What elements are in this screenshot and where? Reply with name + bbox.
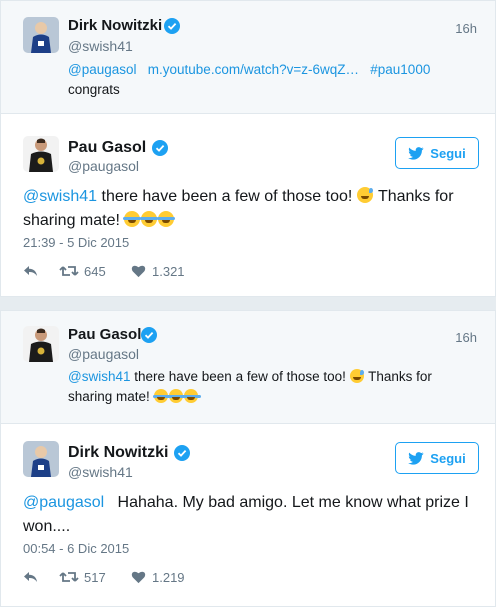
tweet-thread-1: Dirk Nowitzki @swish41 16h @paugasol m.y… xyxy=(0,0,496,297)
heart-icon xyxy=(131,571,146,584)
verified-badge-icon xyxy=(174,445,190,461)
verified-badge-icon xyxy=(141,327,157,343)
twitter-bird-icon xyxy=(408,146,424,160)
reply-icon xyxy=(24,266,37,276)
retweet-button[interactable]: 645 xyxy=(59,264,131,279)
tweet-actions: 645 1.321 xyxy=(23,261,185,281)
context-author-handle[interactable]: @swish41 xyxy=(68,38,133,54)
context-author-name[interactable]: Pau Gasol xyxy=(68,326,141,343)
like-button[interactable]: 1.321 xyxy=(131,264,185,279)
hashtag-link[interactable]: #pau1000 xyxy=(370,62,430,77)
joy-emoji-icon xyxy=(123,211,142,227)
reply-icon xyxy=(24,572,37,582)
in-reply-to-tweet[interactable]: Pau Gasol @paugasol 16h @swish41 there h… xyxy=(1,311,495,424)
mention-link[interactable]: @swish41 xyxy=(23,188,97,205)
dirk-avatar[interactable] xyxy=(23,441,59,477)
retweet-icon xyxy=(59,572,79,582)
tweet-timestamp[interactable]: 21:39 - 5 Dic 2015 xyxy=(23,235,129,250)
like-count: 1.321 xyxy=(152,263,185,279)
context-tweet-text: @paugasol m.youtube.com/watch?v=z-6wqZ… … xyxy=(68,60,478,100)
context-timestamp[interactable]: 16h xyxy=(455,330,477,345)
mention-link[interactable]: @swish41 xyxy=(68,369,130,384)
context-author-handle[interactable]: @paugasol xyxy=(68,346,139,362)
context-timestamp[interactable]: 16h xyxy=(455,21,477,36)
tweet-text: @swish41 there have been a few of those … xyxy=(23,187,454,229)
reply-button[interactable] xyxy=(23,570,59,584)
verified-badge-icon xyxy=(164,18,180,34)
retweet-button[interactable]: 517 xyxy=(59,570,131,585)
mention-link[interactable]: @paugasol xyxy=(68,62,137,77)
pau-avatar[interactable] xyxy=(23,136,59,172)
like-button[interactable]: 1.219 xyxy=(131,570,185,585)
tweet-author-handle[interactable]: @swish41 xyxy=(68,464,133,480)
follow-button[interactable]: Segui xyxy=(395,137,479,169)
joy-emoji-icon xyxy=(157,211,176,227)
tweet-timestamp[interactable]: 00:54 - 6 Dic 2015 xyxy=(23,541,129,556)
verified-badge-icon xyxy=(152,140,168,156)
sweat-smile-emoji-icon xyxy=(356,187,373,203)
joy-emoji-icon xyxy=(182,389,201,403)
retweet-icon xyxy=(59,266,79,276)
joy-emoji-icon xyxy=(152,389,171,403)
tweet-thread-2: Pau Gasol @paugasol 16h @swish41 there h… xyxy=(0,310,496,607)
in-reply-to-tweet[interactable]: Dirk Nowitzki @swish41 16h @paugasol m.y… xyxy=(1,1,495,114)
tweet-actions: 517 1.219 xyxy=(23,567,185,587)
follow-button[interactable]: Segui xyxy=(395,442,479,474)
retweet-count: 645 xyxy=(84,263,106,279)
context-text: congrats xyxy=(68,82,120,97)
retweet-count: 517 xyxy=(84,569,106,585)
tweet-author-name[interactable]: Pau Gasol xyxy=(68,139,146,157)
reply-button[interactable] xyxy=(23,264,59,278)
joy-emoji-icon xyxy=(140,211,159,227)
like-count: 1.219 xyxy=(152,569,185,585)
tweet-text: @paugasol Hahaha. My bad amigo. Let me k… xyxy=(23,494,474,535)
dirk-avatar[interactable] xyxy=(23,17,59,53)
context-author-name[interactable]: Dirk Nowitzki xyxy=(68,17,162,34)
tweet-author-name[interactable]: Dirk Nowitzki xyxy=(68,444,168,462)
youtube-link[interactable]: m.youtube.com/watch?v=z-6wqZ… xyxy=(148,62,359,77)
tweet-author-handle[interactable]: @paugasol xyxy=(68,158,139,174)
follow-label: Segui xyxy=(430,145,466,161)
sweat-smile-emoji-icon xyxy=(349,369,364,383)
context-tweet-text: @swish41 there have been a few of those … xyxy=(68,369,432,404)
mention-link[interactable]: @paugasol xyxy=(23,494,104,511)
heart-icon xyxy=(131,265,146,278)
pau-avatar[interactable] xyxy=(23,326,59,362)
follow-label: Segui xyxy=(430,450,466,466)
twitter-bird-icon xyxy=(408,451,424,465)
joy-emoji-icon xyxy=(167,389,186,403)
